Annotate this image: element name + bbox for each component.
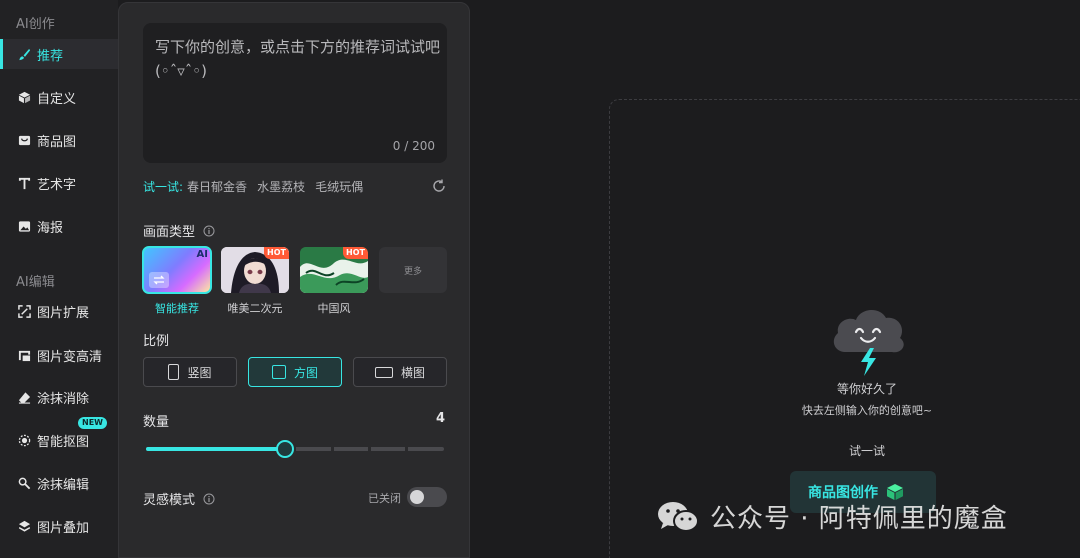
cloud-mascot-icon: [833, 309, 904, 376]
sidebar-item-label: 推荐: [37, 48, 64, 64]
hd-icon: [18, 350, 31, 361]
wechat-logo-icon: [658, 501, 699, 532]
style-option-more[interactable]: 更多: [379, 247, 447, 293]
sidebar-item-hd[interactable]: 图片变高清: [0, 340, 118, 370]
style-thumb-chinese: HOT: [300, 247, 368, 293]
sidebar-item-label: 艺术字: [37, 177, 77, 193]
quantity-value: 4: [435, 411, 445, 426]
prompt-char-count: 0 / 200: [392, 139, 435, 153]
more-styles-box: 更多: [379, 247, 447, 293]
inspiration-row: 灵感模式 已关闭: [143, 487, 447, 508]
sidebar-item-cutout[interactable]: 智能抠图 NEW: [0, 417, 118, 455]
sidebar-item-smear-edit[interactable]: 涂抹编辑: [0, 468, 118, 498]
sidebar-item-custom[interactable]: 自定义: [0, 82, 118, 112]
sidebar-item-label: 智能抠图: [37, 434, 90, 450]
suggestion-chip[interactable]: 毛绒玩偶: [315, 178, 363, 195]
slider-thumb[interactable]: [276, 440, 294, 458]
ratio-options: 竖图 方图 横图: [143, 357, 447, 387]
suggestion-chip[interactable]: 水墨荔枝: [257, 178, 305, 195]
cutout-icon: [18, 434, 31, 446]
sidebar-item-label: 涂抹消除: [37, 391, 90, 407]
hot-badge: HOT: [343, 247, 368, 259]
ai-badge: AI: [196, 249, 208, 260]
new-badge: NEW: [78, 417, 107, 429]
sidebar-item-label: 商品图: [37, 134, 77, 150]
inspiration-status: 已关闭: [368, 492, 401, 505]
portrait-shape-icon: [168, 364, 180, 380]
style-caption: 唯美二次元: [227, 302, 283, 315]
layers-icon: [18, 520, 31, 532]
square-shape-icon: [271, 365, 286, 379]
style-caption: 智能推荐: [155, 302, 199, 315]
text-art-icon: [18, 177, 31, 189]
sidebar-item-label: 自定义: [37, 91, 77, 107]
landscape-shape-icon: [374, 366, 393, 378]
style-thumb-anime: HOT: [221, 247, 289, 293]
info-icon[interactable]: [203, 225, 215, 237]
product-icon: [18, 135, 31, 145]
smear-edit-icon: [18, 477, 31, 489]
ratio-button-label: 横图: [400, 365, 425, 380]
suggestion-label: 试一试:: [143, 179, 184, 194]
ratio-button-label: 竖图: [187, 365, 212, 380]
ratio-label: 比例: [143, 334, 170, 349]
brush-icon: [19, 48, 31, 60]
sidebar-item-text-art[interactable]: 艺术字: [0, 168, 118, 198]
app-root: AI创作 推荐 自定义 商品图 艺术字 海报 AI编辑 图片扩展 图片变高清 涂…: [0, 0, 1080, 558]
style-option-smart[interactable]: AI 智能推荐: [142, 246, 212, 316]
ratio-portrait-button[interactable]: 竖图: [143, 357, 237, 387]
expand-icon: [18, 304, 31, 318]
refresh-icon[interactable]: [431, 178, 447, 194]
sidebar-item-label: 海报: [37, 220, 64, 236]
sidebar-item-label: 图片叠加: [37, 520, 90, 536]
section-title-edit: AI编辑: [16, 275, 55, 290]
quantity-label: 数量: [143, 415, 170, 430]
wechat-watermark: 公众号 · 阿特佩里的魔盒: [656, 498, 1008, 535]
sidebar-item-label: 涂抹编辑: [37, 477, 90, 493]
ratio-button-label: 方图: [293, 365, 318, 380]
prompt-placeholder: 写下你的创意，或点击下方的推荐词试试吧(◦ˆ▿ˆ◦): [155, 38, 441, 80]
settings-panel: 写下你的创意，或点击下方的推荐词试试吧(◦ˆ▿ˆ◦) 0 / 200 试一试: …: [118, 2, 470, 558]
style-type-label: 画面类型: [143, 225, 196, 240]
watermark-text: 公众号 · 阿特佩里的魔盒: [710, 504, 1008, 534]
inspiration-heading: 灵感模式: [143, 489, 215, 508]
sidebar: AI创作 推荐 自定义 商品图 艺术字 海报 AI编辑 图片扩展 图片变高清 涂…: [0, 0, 118, 558]
suggestion-chip[interactable]: 春日郁金香: [187, 178, 247, 195]
inspiration-toggle[interactable]: [407, 487, 447, 507]
toggle-knob: [410, 490, 424, 504]
hot-badge: HOT: [264, 247, 289, 259]
sidebar-item-layers[interactable]: 图片叠加: [0, 511, 118, 541]
image-icon: [18, 220, 31, 232]
sidebar-item-expand[interactable]: 图片扩展: [0, 296, 118, 326]
cube-icon: [18, 91, 31, 103]
info-icon[interactable]: [203, 493, 215, 505]
inspiration-label: 灵感模式: [143, 493, 196, 508]
ratio-square-button[interactable]: 方图: [248, 357, 342, 387]
slider-fill: [146, 447, 285, 451]
slider-step-divider: [368, 447, 371, 451]
sidebar-item-recommend[interactable]: 推荐: [0, 39, 118, 69]
sidebar-item-product[interactable]: 商品图: [0, 125, 118, 155]
quantity-slider[interactable]: [146, 440, 444, 458]
swap-icon: [149, 272, 169, 288]
style-options: AI 智能推荐 HOT 唯美二次元 HOT 中国风 更多: [142, 246, 447, 319]
sidebar-item-label: 图片扩展: [37, 305, 90, 321]
style-thumb-smart: AI: [142, 246, 212, 294]
prompt-textarea[interactable]: 写下你的创意，或点击下方的推荐词试试吧(◦ˆ▿ˆ◦) 0 / 200: [143, 23, 447, 163]
slider-step-divider: [331, 447, 334, 451]
style-option-chinese[interactable]: HOT 中国风: [300, 247, 368, 316]
slider-step-divider: [405, 447, 408, 451]
suggestion-row: 试一试: 春日郁金香 水墨荔枝 毛绒玩偶: [143, 177, 447, 195]
section-title-create: AI创作: [16, 17, 55, 32]
eraser-icon: [18, 391, 31, 404]
sidebar-item-eraser[interactable]: 涂抹消除: [0, 382, 118, 412]
sidebar-item-poster[interactable]: 海报: [0, 211, 118, 241]
style-option-anime[interactable]: HOT 唯美二次元: [221, 247, 289, 316]
ratio-landscape-button[interactable]: 横图: [353, 357, 447, 387]
style-type-heading: 画面类型: [143, 221, 215, 240]
sidebar-item-label: 图片变高清: [37, 349, 103, 365]
style-caption: 中国风: [317, 302, 351, 315]
